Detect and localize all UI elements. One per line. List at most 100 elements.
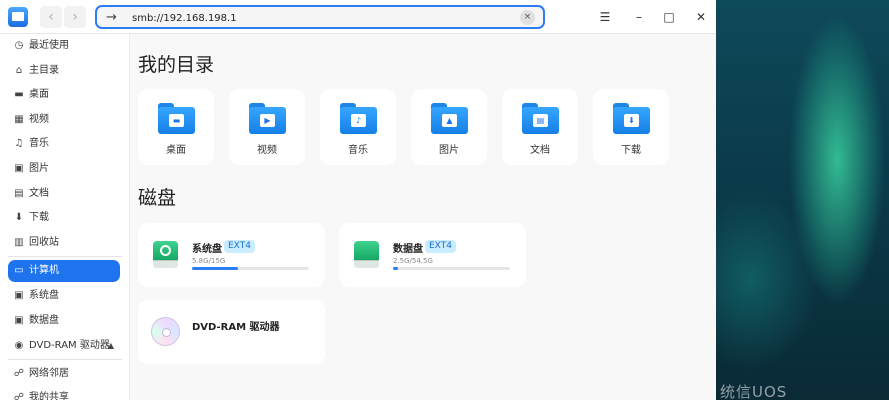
music-icon: ♫: [14, 138, 24, 149]
wallpaper-brand: 统信UOS: [720, 383, 788, 400]
sidebar-divider: [8, 256, 122, 257]
hamburger-icon: ☰: [599, 10, 611, 24]
folder-card-music[interactable]: ♪ 音乐: [320, 89, 396, 165]
optical-drive-card[interactable]: DVD-RAM 驱动器: [138, 300, 325, 364]
disk-usage-fill: [192, 267, 238, 270]
computer-icon: ▭: [14, 265, 24, 276]
sidebar-item-system-disk[interactable]: ▣ 系统盘: [8, 285, 120, 307]
filesystem-badge: EXT4: [425, 240, 456, 253]
folder-label: 下载: [621, 145, 641, 156]
sidebar-item-downloads[interactable]: ⬇ 下载: [8, 207, 120, 229]
sidebar-item-documents[interactable]: ▤ 文档: [8, 183, 120, 205]
sidebar-item-label: 图片: [29, 163, 49, 174]
folder-icon: ▤: [522, 103, 559, 134]
disk-card-data[interactable]: 数据盘 EXT4 2.5G/54.5G: [339, 223, 526, 287]
folder-icon: ▲: [431, 103, 468, 134]
folder-card-desktop[interactable]: ▬ 桌面: [138, 89, 214, 165]
disk-icon: ▣: [14, 315, 24, 326]
folder-label: 音乐: [348, 145, 368, 156]
disk-card-system[interactable]: 系统盘 EXT4 5.8G/15G: [138, 223, 325, 287]
sidebar-item-label: 我的共享: [29, 392, 69, 400]
folder-icon: ▶: [249, 103, 286, 134]
eject-icon[interactable]: ▲: [108, 340, 114, 352]
sidebar-item-my-shares[interactable]: ☍ 我的共享: [8, 387, 120, 400]
sidebar-item-label: 文档: [29, 188, 49, 199]
disk-usage-text: 5.8G/15G: [192, 257, 226, 265]
section-title-disks: 磁盘: [138, 187, 177, 209]
cdrom-icon: [151, 317, 180, 346]
folder-label: 文档: [530, 145, 550, 156]
sidebar-item-label: 桌面: [29, 89, 49, 100]
clear-icon[interactable]: ×: [520, 10, 535, 25]
maximize-button[interactable]: □: [660, 8, 678, 26]
system-disk-icon: [153, 241, 178, 269]
disk-usage-fill: [393, 267, 399, 270]
sidebar-item-label: 主目录: [29, 65, 59, 76]
sidebar-item-music[interactable]: ♫ 音乐: [8, 133, 120, 155]
disk-icon: ▣: [14, 290, 24, 301]
folder-card-documents[interactable]: ▤ 文档: [502, 89, 578, 165]
folder-label: 桌面: [166, 145, 186, 156]
back-button[interactable]: ‹: [40, 6, 62, 28]
clock-icon: ◷: [14, 40, 24, 51]
sidebar-item-computer[interactable]: ▭ 计算机: [8, 260, 120, 282]
forward-button[interactable]: ›: [64, 6, 86, 28]
document-folder-icon: ▤: [533, 114, 548, 127]
folder-card-pictures[interactable]: ▲ 图片: [411, 89, 487, 165]
maximize-icon: □: [663, 10, 675, 24]
folder-card-downloads[interactable]: ⬇ 下载: [593, 89, 669, 165]
minimize-button[interactable]: –: [630, 8, 648, 26]
video-folder-icon: ▶: [260, 114, 275, 127]
disk-usage-bar: [192, 267, 309, 270]
cdrom-icon: ◉: [14, 340, 24, 351]
network-icon: ☍: [13, 368, 25, 379]
folder-card-videos[interactable]: ▶ 视频: [229, 89, 305, 165]
minimize-icon: –: [636, 10, 642, 24]
main-content: 我的目录 ▬ 桌面 ▶ 视频 ♪ 音乐 ▲ 图片 ▤ 文档 ⬇ 下载 磁盘 系统…: [130, 34, 716, 400]
sidebar-item-label: DVD-RAM 驱动器: [29, 340, 110, 351]
sidebar-item-label: 网络邻居: [29, 368, 69, 379]
address-input[interactable]: [132, 9, 512, 27]
folder-icon: ⬇: [613, 103, 650, 134]
sidebar-item-dvd-drive[interactable]: ◉ DVD-RAM 驱动器 ▲: [8, 335, 120, 357]
sidebar-item-data-disk[interactable]: ▣ 数据盘: [8, 310, 120, 332]
desktop-wallpaper: 统信UOS: [716, 0, 889, 400]
menu-button[interactable]: ☰: [596, 8, 614, 26]
sidebar-item-recent[interactable]: ◷ 最近使用: [8, 35, 120, 57]
close-icon: ✕: [695, 10, 707, 24]
desktop-folder-icon: ▬: [169, 114, 184, 127]
section-title-directories: 我的目录: [138, 54, 215, 76]
disk-name: 数据盘: [393, 244, 423, 255]
sidebar-divider: [8, 359, 122, 360]
sidebar-item-videos[interactable]: ▦ 视频: [8, 109, 120, 131]
disk-usage-text: 2.5G/54.5G: [393, 257, 433, 265]
address-bar[interactable]: → ×: [95, 5, 545, 29]
arrow-right-icon: →: [106, 10, 117, 25]
sidebar-item-label: 视频: [29, 114, 49, 125]
sidebar-item-label: 下载: [29, 212, 49, 223]
chevron-left-icon: ‹: [48, 9, 54, 25]
home-icon: ⌂: [15, 65, 23, 76]
sidebar-item-label: 系统盘: [29, 290, 59, 301]
download-icon: ⬇: [14, 212, 24, 223]
close-button[interactable]: ✕: [692, 8, 710, 26]
filesystem-badge: EXT4: [224, 240, 255, 253]
file-manager-app-icon[interactable]: [8, 7, 28, 27]
optical-drive-name: DVD-RAM 驱动器: [192, 322, 280, 333]
picture-icon: ▣: [14, 163, 24, 174]
folder-icon: ♪: [340, 103, 377, 134]
sidebar-item-trash[interactable]: ▥ 回收站: [8, 232, 120, 254]
desktop-icon: ▬: [14, 89, 24, 100]
chevron-right-icon: ›: [72, 9, 78, 25]
sidebar-item-home[interactable]: ⌂ 主目录: [8, 60, 120, 82]
sidebar-item-desktop[interactable]: ▬ 桌面: [8, 84, 120, 106]
download-folder-icon: ⬇: [624, 114, 639, 127]
sidebar-item-network[interactable]: ☍ 网络邻居: [8, 363, 120, 385]
share-icon: ☍: [13, 392, 25, 400]
data-disk-icon: [354, 241, 379, 269]
sidebar-item-pictures[interactable]: ▣ 图片: [8, 158, 120, 180]
document-icon: ▤: [14, 188, 24, 199]
title-bar: ‹ › → × ☰ – □ ✕: [0, 0, 716, 34]
folder-icon: ▬: [158, 103, 195, 134]
disk-name: 系统盘: [192, 244, 222, 255]
